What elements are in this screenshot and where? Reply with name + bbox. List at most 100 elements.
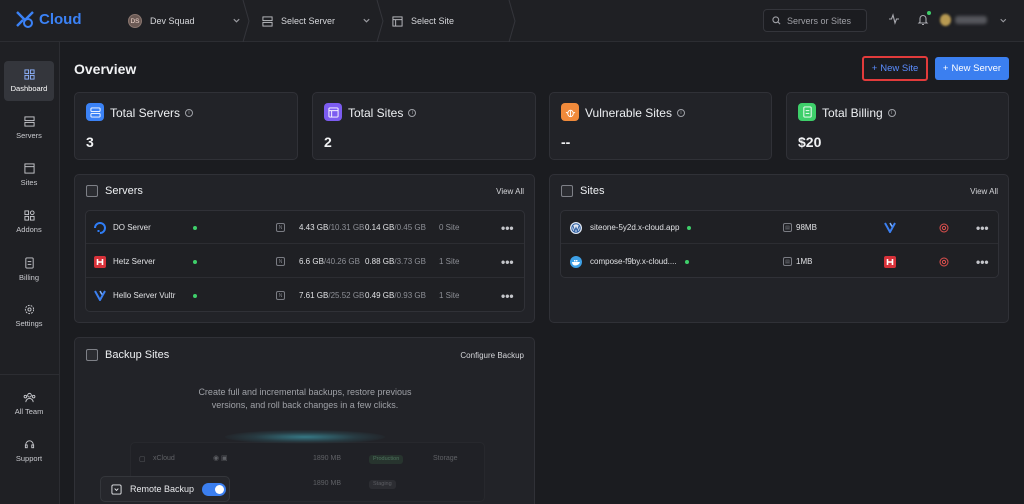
addons-icon [23,210,35,221]
stat-value: -- [561,134,571,150]
stat-label: Vulnerable Sites [585,106,672,120]
sites-view-all-link[interactable]: View All [970,187,998,196]
sidebar-item-addons[interactable]: Addons [4,202,54,242]
sidebar-item-settings[interactable]: Settings [4,296,54,336]
server-icon [262,15,273,27]
vultr-icon [94,290,106,302]
sidebar-item-sites[interactable]: Sites [4,155,54,195]
panel-title: Backup Sites [105,349,170,361]
backup-icon [111,483,122,495]
ram-total: /40.26 GB [323,257,360,266]
info-icon[interactable]: i [408,109,417,117]
sites-panel: Sites View All siteone-5y2d.x-cloud.app … [549,174,1009,323]
stat-label: Total Sites [348,106,404,120]
sidebar-item-support[interactable]: Support [4,431,54,471]
preview-extra: Storage [433,455,458,462]
disk-used: 0.88 GB [365,257,395,266]
table-row[interactable]: compose-f9by.x-cloud.... ▤ 1MB ••• [561,245,998,278]
billing-icon [798,103,816,121]
backup-description: Create full and incremental backups, res… [75,386,535,412]
disk-icon: ▤ [783,257,792,266]
team-avatar: DS [128,14,142,28]
stat-card-total-sites[interactable]: Total Sites i 2 [312,92,536,160]
server-name: DO Server [113,223,151,232]
site-name: compose-f9by.x-cloud.... [590,257,677,266]
sidebar-item-billing[interactable]: Billing [4,249,54,289]
ram-total: /25.52 GB [328,291,365,300]
remote-backup-control[interactable]: Remote Backup [100,476,230,502]
chevron-down-icon [362,16,371,27]
plus-icon: + [942,63,949,74]
status-badge: Staging [369,480,396,489]
new-site-button[interactable]: + New Site [862,56,928,81]
more-options-icon[interactable]: ••• [501,279,514,312]
hexagon-icon: N [276,223,285,232]
x-logo-icon [16,11,34,28]
table-row[interactable]: siteone-5y2d.x-cloud.app ▤ 98MB ••• [561,211,998,244]
sidebar-item-label: Addons [16,225,42,234]
remote-backup-toggle[interactable] [202,482,227,496]
brand-logo[interactable]: Cloud [14,10,82,28]
info-icon[interactable]: i [887,109,896,117]
bug-icon [561,103,579,121]
configure-backup-link[interactable]: Configure Backup [460,351,524,360]
bell-icon[interactable] [917,11,931,29]
more-options-icon[interactable]: ••• [501,245,514,278]
stat-value: 3 [86,134,94,150]
shield-icon[interactable] [939,223,949,233]
servers-icon [86,103,104,121]
toggle-icon: ◉ ▣ [213,455,228,462]
stat-label: Total Billing [822,106,883,120]
plus-icon: + [871,63,878,74]
status-dot [684,259,689,264]
sidebar-item-label: Servers [16,131,42,140]
more-options-icon[interactable]: ••• [501,211,514,244]
team-selector[interactable]: DS Dev Squad [128,0,250,42]
ram-used: 6.6 GB [299,257,324,266]
disk-total: /0.93 GB [394,291,426,300]
more-options-icon[interactable]: ••• [976,245,989,278]
stat-card-vulnerable-sites[interactable]: Vulnerable Sites i -- [549,92,772,160]
dashboard-icon [23,69,35,80]
sidebar-item-label: Sites [20,178,38,187]
new-site-label: New Site [880,63,919,74]
table-row[interactable]: DO Server N 4.43 GB/10.31 GB 0.14 GB/0.4… [86,211,524,244]
sites-icon [324,103,342,121]
sidebar-divider [0,374,60,375]
user-menu[interactable] [940,11,1008,29]
servers-view-all-link[interactable]: View All [496,187,524,196]
site-icon [392,15,403,27]
new-server-button[interactable]: + New Server [935,57,1009,80]
wordpress-icon [570,221,582,234]
table-row[interactable]: Hello Server Vultr N 7.61 GB/25.52 GB 0.… [86,279,524,312]
more-options-icon[interactable]: ••• [976,211,989,244]
sidebar-item-servers[interactable]: Servers [4,108,54,148]
billing-icon [24,257,34,268]
search-input[interactable]: Servers or Sites [763,9,867,32]
sidebar-item-all-team[interactable]: All Team [4,384,54,424]
table-row[interactable]: Hetz Server N 6.6 GB/40.26 GB 0.88 GB/3.… [86,245,524,278]
checkbox-icon: ▢ [139,456,146,463]
info-icon[interactable]: i [676,109,685,117]
sidebar-item-dashboard[interactable]: Dashboard [4,61,54,101]
shield-icon[interactable] [939,257,949,267]
server-selector[interactable]: Select Server [262,0,384,42]
info-icon[interactable]: i [185,109,194,117]
search-icon [772,16,781,25]
sidebar-item-label: Settings [15,319,43,328]
chevron-down-icon [1000,18,1007,23]
sites-icon [561,185,573,197]
disk-total: /0.45 GB [394,223,426,232]
team-name: Dev Squad [150,16,195,26]
stat-card-total-billing[interactable]: Total Billing i $20 [786,92,1009,160]
sidebar-item-label: Support [15,454,43,463]
stat-card-total-servers[interactable]: Total Servers i 3 [74,92,298,160]
backup-icon [86,349,98,361]
user-name-redacted [955,16,988,24]
hetzner-icon [884,255,896,268]
support-icon [24,440,34,449]
site-count: 1 Site [439,257,460,266]
disk-used: 0.14 GB [365,223,395,232]
site-selector[interactable]: Select Site [392,0,516,42]
activity-icon[interactable] [888,13,900,28]
